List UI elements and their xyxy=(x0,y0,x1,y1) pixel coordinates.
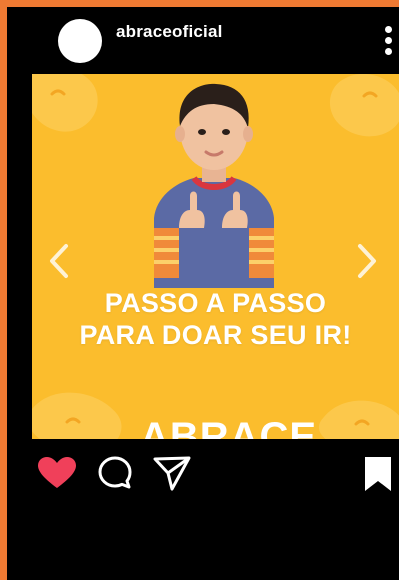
headline-line-2: PARA DOAR SEU IR! xyxy=(79,320,352,350)
more-options-icon[interactable] xyxy=(382,26,394,60)
username[interactable]: abraceoficial xyxy=(116,22,223,42)
send-icon[interactable] xyxy=(152,454,192,497)
post-image[interactable]: PASSO A PASSO PARA DOAR SEU IR! ABRACE xyxy=(32,74,399,439)
post-actions-bar xyxy=(7,447,399,497)
next-slide-chevron-icon[interactable] xyxy=(352,241,382,281)
decorative-shape xyxy=(32,74,98,132)
avatar[interactable] xyxy=(58,19,102,63)
decorative-shape xyxy=(32,392,122,439)
headline-line-1: PASSO A PASSO xyxy=(104,288,327,318)
bookmark-icon[interactable] xyxy=(362,454,394,499)
previous-slide-chevron-icon[interactable] xyxy=(44,241,74,281)
heart-icon[interactable] xyxy=(37,456,77,495)
child-photo xyxy=(154,83,274,288)
brand-logo-text: ABRACE xyxy=(140,415,318,439)
instagram-post-card: abraceoficial PASSO A PASSO PARA DOAR SE… xyxy=(7,7,399,580)
post-headline: PASSO A PASSO PARA DOAR SEU IR! xyxy=(32,287,399,351)
decorative-shape xyxy=(318,400,399,439)
comment-icon[interactable] xyxy=(97,455,133,496)
post-header: abraceoficial xyxy=(7,7,399,73)
decorative-shape xyxy=(330,74,399,137)
